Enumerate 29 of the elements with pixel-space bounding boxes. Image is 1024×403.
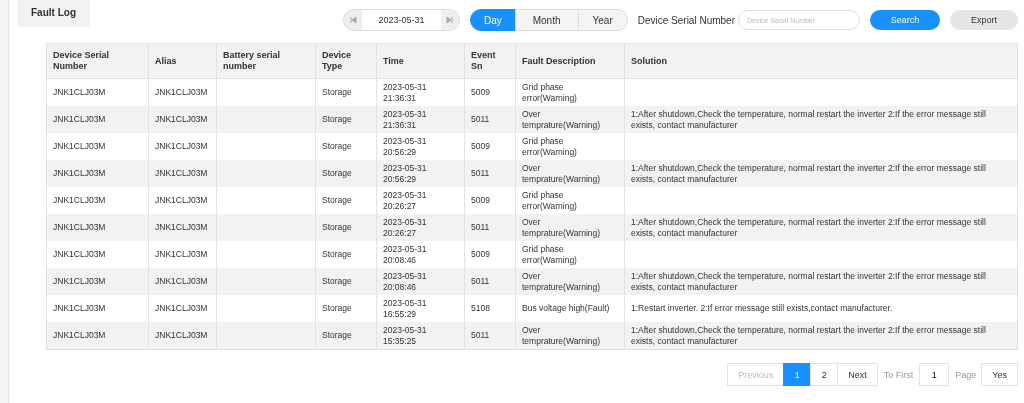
column-header: Device Type: [315, 43, 377, 79]
table-cell: JNK1CLJ03M: [46, 322, 149, 350]
date-picker[interactable]: 2023-05-31: [342, 9, 460, 31]
column-header: Event Sn: [464, 43, 516, 79]
last-icon[interactable]: [444, 15, 455, 25]
column-header: Solution: [624, 43, 1018, 79]
table-cell: 1:After shutdown,Check the temperature, normal restart the inverter 2:If the error message still exists, contact manufacturer: [624, 322, 1018, 350]
next-button[interactable]: Next: [837, 363, 878, 386]
column-header: Device Serial Number: [46, 43, 149, 79]
table-cell: 2023-05-31 15:35:25: [376, 322, 465, 350]
column-header: Alias: [148, 43, 217, 79]
table-cell: Storage: [315, 322, 377, 350]
go-button[interactable]: Yes: [981, 363, 1018, 386]
to-first-label: To First: [883, 369, 914, 380]
first-icon[interactable]: [347, 15, 358, 25]
page-field[interactable]: 1: [919, 363, 950, 386]
column-header: Time: [376, 43, 465, 79]
page-tab[interactable]: Fault Log: [17, 0, 90, 27]
page-button[interactable]: 2: [810, 363, 839, 386]
table-cell: Over temprature(Warning): [515, 322, 625, 350]
serial-label: Device Serial Number: [637, 14, 735, 26]
table-cell: 5011: [464, 322, 516, 350]
period-tab[interactable]: Year: [577, 9, 628, 31]
period-tab[interactable]: Month: [514, 9, 579, 31]
table-cell: JNK1CLJ03M: [148, 322, 217, 350]
column-header: Battery serial number: [216, 43, 316, 79]
page-label: Page: [955, 369, 977, 380]
column-header: Fault Description: [515, 43, 625, 79]
export-button[interactable]: Export: [950, 10, 1018, 30]
